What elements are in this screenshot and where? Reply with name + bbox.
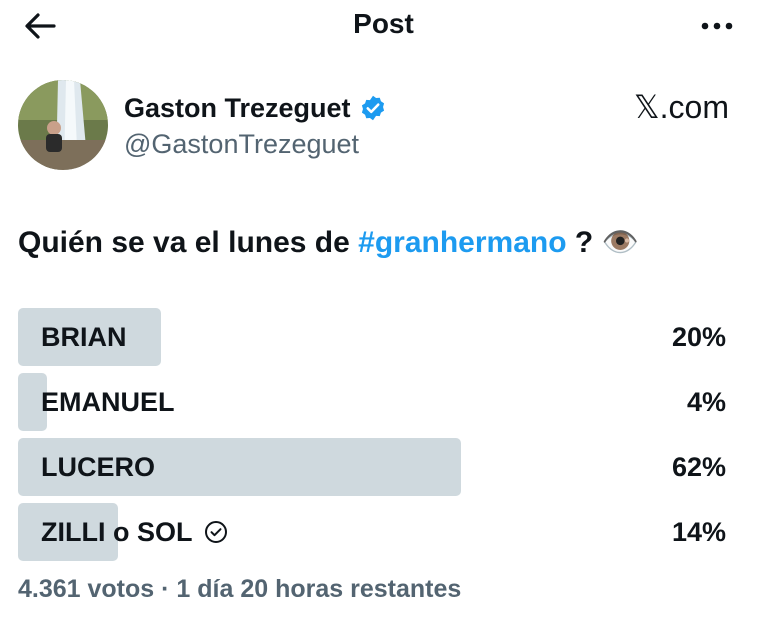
author-display-name[interactable]: Gaston Trezeguet xyxy=(124,93,351,124)
poll-option-percent: 14% xyxy=(671,517,726,547)
source-label[interactable]: 𝕏.com xyxy=(634,88,729,126)
verified-badge-icon xyxy=(361,95,384,121)
poll-option-percent: 4% xyxy=(686,387,726,417)
author-name-row: Gaston Trezeguet xyxy=(124,90,387,126)
poll-option-percent: 20% xyxy=(671,322,726,352)
poll-footer: 4.361 votos · 1 día 20 horas restantes xyxy=(18,575,462,603)
post-text-before: Quién se va el lunes de xyxy=(18,226,359,259)
top-bar: Post xyxy=(0,0,767,52)
avatar-photo xyxy=(18,80,108,170)
poll-option-label: EMANUEL xyxy=(41,387,175,417)
poll: BRIAN 20% EMANUEL 4% LUCERO 62% ZILLI o … xyxy=(18,308,732,568)
author-handle[interactable]: @GastonTrezeguet xyxy=(124,129,359,160)
page-title: Post xyxy=(353,8,414,39)
poll-option-label: LUCERO xyxy=(41,452,155,482)
more-options-button[interactable] xyxy=(697,14,737,38)
post-text-after: ? 👁️ xyxy=(566,226,639,259)
check-circle-icon xyxy=(205,521,228,543)
poll-option[interactable]: EMANUEL 4% xyxy=(18,373,732,431)
hashtag-link[interactable]: #granhermano xyxy=(358,226,566,259)
poll-option[interactable]: BRIAN 20% xyxy=(18,308,732,366)
poll-option-percent: 62% xyxy=(671,452,726,482)
poll-option-label: ZILLI o SOL xyxy=(41,503,228,561)
avatar[interactable] xyxy=(18,80,108,170)
post-text: Quién se va el lunes de #granhermano ? 👁… xyxy=(18,225,639,260)
poll-option-label: BRIAN xyxy=(41,322,127,352)
poll-option[interactable]: ZILLI o SOL 14% xyxy=(18,503,732,561)
poll-option[interactable]: LUCERO 62% xyxy=(18,438,732,496)
more-horizontal-icon xyxy=(701,22,733,30)
